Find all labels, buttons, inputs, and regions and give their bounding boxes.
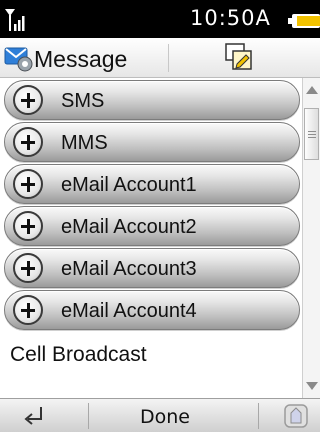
scroll-up-arrow-icon[interactable]: [306, 86, 318, 94]
compose-edit-icon[interactable]: [224, 42, 256, 74]
list-item-email-account4[interactable]: eMail Account4: [4, 290, 300, 330]
list-item-label: SMS: [61, 90, 105, 112]
header-divider: [168, 44, 169, 72]
signal-strength-icon: [5, 9, 25, 31]
list-item-email-account1[interactable]: eMail Account1: [4, 164, 300, 204]
message-settings-icon: [4, 47, 33, 72]
list-scrollbar[interactable]: [302, 78, 320, 398]
list-item-mms[interactable]: MMS: [4, 122, 300, 162]
back-arrow-icon[interactable]: [20, 404, 48, 428]
thumb-grip-line: [308, 137, 316, 138]
status-bar: 10:50A: [0, 0, 320, 38]
scroll-down-arrow-icon[interactable]: [306, 382, 318, 390]
expand-plus-icon[interactable]: [13, 85, 43, 115]
expand-plus-icon[interactable]: [13, 253, 43, 283]
softkey-divider: [258, 403, 259, 429]
thumb-grip-line: [308, 134, 316, 135]
list-item-email-account2[interactable]: eMail Account2: [4, 206, 300, 246]
expand-plus-icon[interactable]: [13, 127, 43, 157]
status-clock: 10:50A: [190, 6, 271, 30]
expand-plus-icon[interactable]: [13, 169, 43, 199]
list-item-label: eMail Account4: [61, 300, 197, 322]
scroll-thumb[interactable]: [304, 108, 319, 160]
list-item-label: eMail Account2: [61, 216, 197, 238]
list-item-cell-broadcast[interactable]: Cell Broadcast: [10, 343, 147, 367]
done-button[interactable]: Done: [140, 406, 200, 428]
app-header: Message: [0, 38, 320, 78]
home-icon[interactable]: [283, 403, 309, 429]
message-folder-list: SMS MMS eMail Account1 eMail Account2 eM…: [0, 78, 302, 398]
battery-icon: [288, 14, 320, 28]
thumb-grip-line: [308, 131, 316, 132]
softkey-divider: [88, 403, 89, 429]
list-item-label: eMail Account1: [61, 174, 197, 196]
expand-plus-icon[interactable]: [13, 295, 43, 325]
bottom-softkey-bar: Done: [0, 398, 320, 432]
list-item-label: MMS: [61, 132, 108, 154]
expand-plus-icon[interactable]: [13, 211, 43, 241]
page-title: Message: [34, 46, 128, 72]
list-item-sms[interactable]: SMS: [4, 80, 300, 120]
list-item-email-account3[interactable]: eMail Account3: [4, 248, 300, 288]
list-item-label: eMail Account3: [61, 258, 197, 280]
